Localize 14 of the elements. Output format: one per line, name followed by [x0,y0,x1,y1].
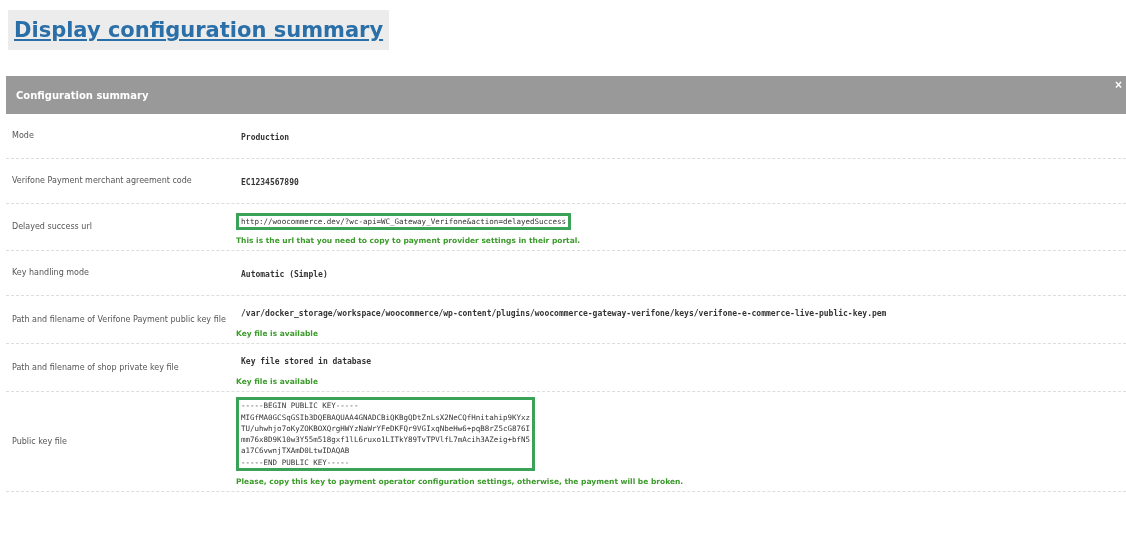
setting-value: Key file stored in database [240,355,373,369]
setting-label: Delayed success url [11,221,93,234]
setting-value: Production [240,131,291,144]
panel-title: Configuration summary [16,89,149,101]
setting-label: Public key file [11,435,68,448]
setting-label: Path and filename of Verifone Payment public key file [11,313,226,326]
setting-value: Automatic (Simple) [240,268,329,282]
setting-label: Verifone Payment merchant agreement code [11,175,193,187]
setting-label: Key handling mode [11,267,90,280]
setting-value: /var/docker_storage/workspace/woocommerce/wp-content/plugins/woocommerce-gateway-verifone/keys/verifone-e-commerce-live-public-key.pem [240,307,888,321]
setting-label: Path and filename of shop private key file [11,361,180,374]
close-button[interactable]: × [1115,78,1126,112]
setting-value: EC1234567890 [240,177,300,189]
setting-label: Mode [11,130,35,142]
